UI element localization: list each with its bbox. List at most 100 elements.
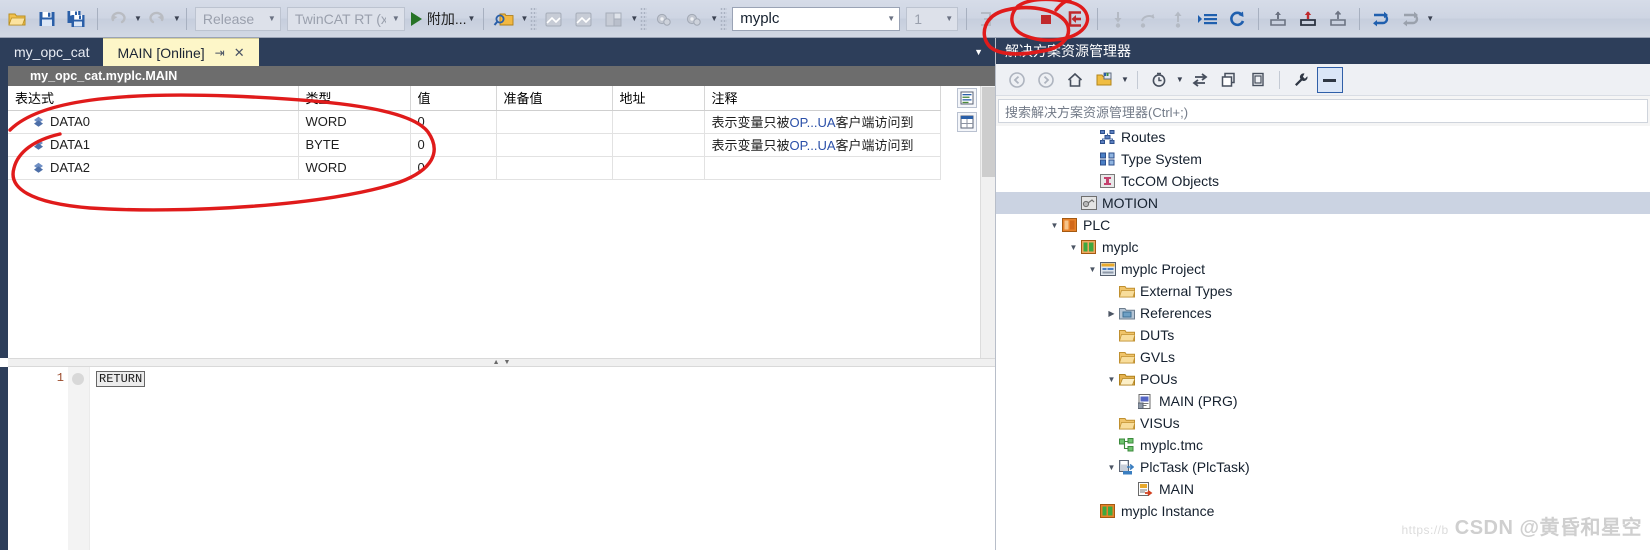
logout-button[interactable] — [1063, 4, 1091, 34]
col-comment[interactable]: 注释 — [704, 86, 941, 111]
expression-list-icon[interactable] — [957, 88, 977, 108]
search-dropdown-arrow[interactable]: ▼ — [520, 14, 528, 23]
tree-item-gvls[interactable]: GVLs — [996, 346, 1650, 368]
tree-item-myplc[interactable]: ▼ myplc — [996, 236, 1650, 258]
tree-item-type-system[interactable]: Type System — [996, 148, 1650, 170]
breakpoint-marker[interactable] — [72, 373, 84, 385]
back-icon[interactable] — [1004, 67, 1030, 93]
window1-icon[interactable] — [540, 4, 568, 34]
tree-item-myplc-tmc[interactable]: myplc.tmc — [996, 434, 1650, 456]
show-all-files-icon[interactable] — [1245, 67, 1271, 93]
pending-changes-dropdown-arrow[interactable]: ▼ — [1176, 75, 1184, 84]
reload2-icon[interactable] — [1396, 4, 1424, 34]
tree-item-references[interactable]: ▶ References — [996, 302, 1650, 324]
splitter-up-arrow[interactable]: ▲ — [493, 359, 500, 366]
pending-changes-icon[interactable] — [1146, 67, 1172, 93]
restart-icon[interactable] — [1224, 4, 1252, 34]
redo-icon[interactable] — [143, 4, 171, 34]
step-out-icon[interactable] — [1164, 4, 1192, 34]
tree-item-visus[interactable]: VISUs — [996, 412, 1650, 434]
tree-item-myplc-project[interactable]: ▼ myplc Project — [996, 258, 1650, 280]
watch-scrollbar[interactable] — [980, 86, 995, 358]
reload-icon[interactable] — [1366, 4, 1394, 34]
tree-item-duts[interactable]: DUTs — [996, 324, 1650, 346]
activate-icon[interactable] — [1295, 4, 1323, 34]
config2-icon[interactable] — [680, 4, 708, 34]
tree-item-motion[interactable]: MOTION — [996, 192, 1650, 214]
tree-item-routes[interactable]: Routes — [996, 126, 1650, 148]
platform-dropdown[interactable]: TwinCAT RT (x6 ▼ — [286, 6, 405, 31]
login-icon[interactable] — [973, 4, 1001, 34]
cell-prepared[interactable] — [496, 110, 613, 134]
watch-scrollbar-thumb[interactable] — [982, 87, 995, 177]
tab-main-online[interactable]: MAIN [Online] ⇥ ✕ — [103, 38, 259, 66]
grid-view-icon[interactable] — [957, 112, 977, 132]
step-over-icon[interactable] — [1134, 4, 1162, 34]
new-folder-icon[interactable] — [1091, 67, 1117, 93]
expand-collapse-icon-expanded[interactable]: ▼ — [1086, 265, 1099, 274]
horizontal-splitter[interactable]: ▲ ▼ — [8, 358, 995, 367]
pin-icon[interactable]: ⇥ — [215, 46, 225, 60]
attach-dropdown-arrow[interactable]: ▼ — [468, 14, 476, 23]
col-address[interactable]: 地址 — [612, 86, 705, 111]
start-icon[interactable] — [1003, 4, 1031, 34]
forward-icon[interactable] — [1033, 67, 1059, 93]
splitter-down-arrow[interactable]: ▼ — [504, 359, 511, 366]
tab-my-opc-cat[interactable]: my_opc_cat — [0, 38, 104, 66]
preview-selected-icon[interactable] — [1316, 66, 1343, 93]
tree-item-pous[interactable]: ▼ POUs — [996, 368, 1650, 390]
instance-dropdown[interactable]: 1 ▼ — [906, 6, 959, 31]
reload-dropdown-arrow[interactable]: ▼ — [1426, 14, 1434, 23]
config-icon[interactable] — [650, 4, 678, 34]
tree-item-main-prg[interactable]: MAIN (PRG) — [996, 390, 1650, 412]
config-dropdown-arrow[interactable]: ▼ — [710, 14, 718, 23]
table-row[interactable]: DATA2 WORD 0 — [8, 156, 941, 180]
restore-icon[interactable] — [1325, 4, 1353, 34]
table-row[interactable]: DATA0 WORD 0 表示变量只被OP...UA客户端访问到 — [8, 110, 941, 134]
col-type[interactable]: 类型 — [298, 86, 411, 111]
properties-icon[interactable] — [1288, 67, 1314, 93]
expand-collapse-icon-expanded[interactable]: ▼ — [1105, 375, 1118, 384]
table-row[interactable]: DATA1 BYTE 0 表示变量只被OP...UA客户端访问到 — [8, 133, 941, 157]
windows-dropdown-arrow[interactable]: ▼ — [630, 14, 638, 23]
sync-icon[interactable] — [1187, 67, 1213, 93]
window3-icon[interactable] — [600, 4, 628, 34]
search-input[interactable]: 搜索解决方案资源管理器(Ctrl+;) — [998, 99, 1648, 123]
expand-collapse-icon-expanded[interactable]: ▼ — [1067, 243, 1080, 252]
expand-collapse-icon-collapsed[interactable]: ▶ — [1105, 309, 1118, 318]
stop-button[interactable] — [1033, 4, 1061, 34]
window2-icon[interactable] — [570, 4, 598, 34]
new-folder-dropdown-arrow[interactable]: ▼ — [1121, 75, 1129, 84]
save-icon[interactable] — [33, 4, 61, 34]
toolbar-grip-1[interactable] — [530, 6, 538, 31]
col-value[interactable]: 值 — [410, 86, 497, 111]
plc-dropdown[interactable]: myplc ▼ — [732, 6, 901, 31]
undo-icon[interactable] — [104, 4, 132, 34]
toolbar-grip-3[interactable] — [720, 6, 728, 31]
toolbar-grip-2[interactable] — [640, 6, 648, 31]
cell-prepared[interactable] — [496, 156, 613, 180]
redo-dropdown-arrow[interactable]: ▼ — [173, 14, 181, 23]
close-icon[interactable]: ✕ — [234, 45, 245, 61]
code-editor[interactable]: 1 RETURN 100 % — [8, 367, 995, 550]
home-icon[interactable] — [1062, 67, 1088, 93]
run-to-cursor-icon[interactable] — [1194, 4, 1222, 34]
tree-item-main[interactable]: MAIN — [996, 478, 1650, 500]
expand-collapse-icon-expanded[interactable]: ▼ — [1105, 463, 1118, 472]
activate-config-icon[interactable] — [1265, 4, 1293, 34]
tree-item-plc[interactable]: ▼ PLC — [996, 214, 1650, 236]
tree-item-plctask-plctask[interactable]: ▼ PlcTask (PlcTask) — [996, 456, 1650, 478]
configuration-dropdown[interactable]: Release ▼ — [194, 6, 281, 31]
col-prepared[interactable]: 准备值 — [496, 86, 613, 111]
step-into-icon[interactable] — [1104, 4, 1132, 34]
col-expression[interactable]: 表达式 — [8, 86, 299, 111]
code-gutter[interactable] — [68, 367, 90, 550]
open-file-icon[interactable] — [3, 4, 31, 34]
undo-dropdown-arrow[interactable]: ▼ — [134, 14, 142, 23]
tree-item-external-types[interactable]: External Types — [996, 280, 1650, 302]
cell-prepared[interactable] — [496, 133, 613, 157]
collapse-all-icon[interactable] — [1216, 67, 1242, 93]
search-icon[interactable] — [490, 4, 518, 34]
expand-collapse-icon-expanded[interactable]: ▼ — [1048, 221, 1061, 230]
save-all-icon[interactable] — [63, 4, 91, 34]
